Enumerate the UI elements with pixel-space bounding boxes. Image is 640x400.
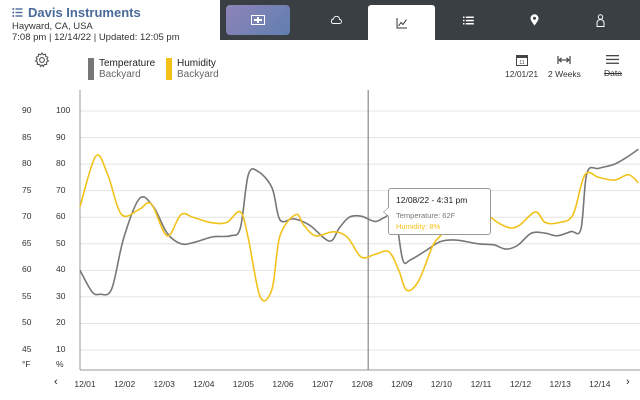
y-tick-label-temperature: 75	[22, 184, 32, 195]
line-chart[interactable]	[0, 0, 640, 400]
y-unit-temperature: °F	[22, 359, 31, 369]
y-tick-label-temperature: 55	[22, 290, 32, 301]
x-tick-label: 12/03	[153, 379, 175, 389]
next-period-arrow[interactable]: ›	[626, 376, 630, 388]
y-tick-label-humidity: 80	[56, 158, 66, 169]
x-tick-label: 12/10	[430, 379, 453, 389]
x-tick-label: 12/08	[351, 379, 373, 389]
tooltip-temperature: Temperature: 62F	[396, 211, 456, 220]
x-tick-label: 12/04	[193, 379, 215, 389]
x-tick-label: 12/07	[311, 379, 334, 389]
y-unit-humidity: %	[56, 359, 64, 369]
x-tick-label: 12/01	[74, 379, 96, 389]
y-tick-label-temperature: 70	[22, 211, 32, 222]
y-tick-label-temperature: 65	[22, 237, 32, 248]
x-tick-label: 12/05	[232, 379, 255, 389]
x-tick-label: 12/13	[549, 379, 571, 389]
x-tick-label: 12/06	[272, 379, 294, 389]
y-tick-label-humidity: 70	[56, 184, 66, 195]
y-tick-label-humidity: 50	[56, 237, 66, 248]
y-tick-label-humidity: 60	[56, 211, 66, 222]
x-tick-label: 12/02	[113, 379, 136, 389]
y-tick-label-temperature: 85	[22, 131, 32, 142]
chart-tooltip: 12/08/22 - 4:31 pm Temperature: 62F Humi…	[383, 188, 491, 235]
tooltip-title: 12/08/22 - 4:31 pm	[396, 195, 468, 205]
tooltip-humidity: Humidity: 8%	[396, 222, 441, 231]
prev-period-arrow[interactable]: ‹	[54, 376, 58, 388]
y-tick-label-temperature: 80	[22, 158, 32, 169]
y-tick-label-humidity: 30	[56, 290, 66, 301]
y-tick-label-humidity: 100	[56, 105, 71, 115]
x-tick-label: 12/11	[470, 379, 492, 389]
series-line-temperature	[79, 148, 639, 296]
y-tick-label-humidity: 90	[56, 131, 66, 142]
y-tick-label-humidity: 10	[56, 344, 66, 354]
y-tick-label-temperature: 50	[22, 317, 32, 328]
x-tick-label: 12/09	[391, 379, 413, 389]
x-tick-label: 12/12	[509, 379, 532, 389]
y-tick-label-temperature: 90	[22, 105, 32, 115]
y-tick-label-humidity: 40	[56, 264, 66, 275]
y-tick-label-temperature: 45	[22, 344, 32, 354]
x-tick-label: 12/14	[589, 379, 611, 389]
y-tick-label-temperature: 60	[22, 264, 32, 275]
y-tick-label-humidity: 20	[56, 317, 66, 328]
